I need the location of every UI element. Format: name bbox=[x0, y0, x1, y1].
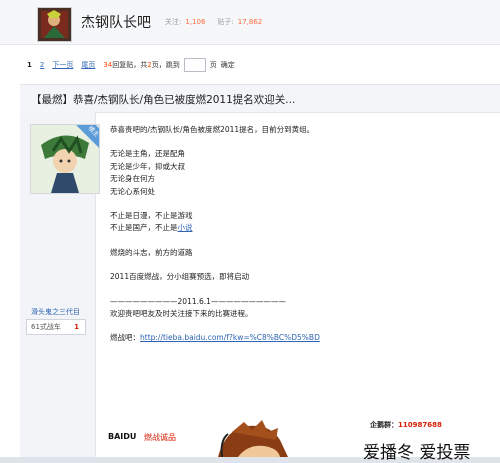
forum-avatar[interactable] bbox=[37, 7, 72, 42]
content-line: 不止是日漫，不止是游戏 bbox=[110, 211, 193, 221]
page-suffix: 页 bbox=[209, 61, 217, 69]
posts-label: 贴子: bbox=[217, 18, 234, 26]
banner-big-text: 爱播冬 爱投票 bbox=[363, 443, 471, 463]
forum-header: 杰钢队长吧 关注: 1,106 贴子: 17,862 bbox=[0, 0, 500, 45]
qq-group: 企鹅群：110987688 bbox=[370, 420, 442, 430]
content-line: 无论是主角，还是配角 bbox=[110, 149, 185, 159]
author-panel: 楼主 滑头鬼之三代目 61式战车 1 bbox=[20, 112, 100, 457]
next-page-link[interactable]: 下一页 bbox=[52, 60, 73, 70]
current-page: 1 bbox=[27, 61, 32, 69]
level-name: 61式战车 bbox=[31, 323, 61, 331]
page: 杰钢队长吧 关注: 1,106 贴子: 17,862 1 2 下一页 尾页 34 回复… bbox=[0, 0, 500, 463]
forum-name[interactable]: 杰钢队长吧 bbox=[81, 12, 151, 32]
qq-group-number: 110987688 bbox=[398, 421, 442, 429]
content-line: —————————2011.6.1—————————— bbox=[110, 296, 286, 306]
forum-stats: 关注: 1,106 贴子: 17,862 bbox=[165, 17, 274, 27]
followers-count: 1,106 bbox=[185, 18, 206, 26]
banner-slogan: 燃战诚品 bbox=[144, 433, 176, 442]
banner-character-image bbox=[218, 420, 288, 457]
content-line: 2011百度燃战，分小组赛预选，即将启动 bbox=[110, 272, 250, 282]
content-text: 不止是国产，不止是 bbox=[110, 223, 178, 233]
level-number: 1 bbox=[74, 323, 79, 331]
promo-banner: BAIDU 燃战诚品 企鹅群：110987688 爱播冬 爱投票 bbox=[108, 420, 470, 463]
qq-group-label: 企鹅群： bbox=[370, 421, 398, 429]
content-line: 无论身在何方 bbox=[110, 174, 155, 184]
reply-text: 回复贴，共 bbox=[112, 61, 148, 69]
page-2-link[interactable]: 2 bbox=[40, 61, 44, 69]
content-line: 无论心系何处 bbox=[110, 186, 155, 196]
followers-label: 关注: bbox=[165, 18, 182, 26]
pagination: 1 2 下一页 尾页 34 回复贴，共 2 页，跳到 页 确定 bbox=[27, 58, 235, 72]
content-line: 欢迎贵吧吧友及时关注接下来的比赛进程。 bbox=[110, 309, 253, 319]
thread-title-bar: 【最燃】恭喜/杰钢队长/角色已被度燃2011提名欢迎关... bbox=[20, 84, 500, 113]
author-name[interactable]: 滑头鬼之三代目 bbox=[31, 307, 80, 317]
content-line: 恭喜贵吧的/杰钢队长/角色被度燃2011提名，目前分到黄组。 bbox=[110, 125, 315, 134]
forum-link[interactable]: http://tieba.baidu.com/f?kw=%C8%BC%D5%BD bbox=[140, 333, 320, 342]
post-content: 恭喜贵吧的/杰钢队长/角色被度燃2011提名，目前分到黄组。 无论是主角，还是配… bbox=[110, 124, 490, 345]
novel-link[interactable]: 小说 bbox=[178, 223, 193, 232]
content-line: 无论是少年，抑或大叔 bbox=[110, 161, 185, 171]
last-page-link[interactable]: 尾页 bbox=[81, 60, 95, 70]
content-line: 燃烧的斗志，前方的道路 bbox=[110, 247, 193, 257]
banner-logo-text: BAIDU bbox=[108, 432, 137, 441]
content-line: 燃战吧：http://tieba.baidu.com/f?kw=%C8%BC%D… bbox=[110, 332, 490, 344]
page-jump-input[interactable] bbox=[183, 58, 206, 72]
content-text: 燃战吧： bbox=[110, 333, 140, 343]
post: 楼主 滑头鬼之三代目 61式战车 1 恭喜贵吧的/杰钢队长/角色被度燃2011提… bbox=[20, 112, 500, 463]
author-level: 61式战车 1 bbox=[26, 319, 86, 335]
posts-count: 17,862 bbox=[237, 18, 263, 26]
confirm-button[interactable]: 确定 bbox=[221, 60, 235, 70]
page-text: 页，跳到 bbox=[151, 61, 180, 69]
user-avatar[interactable]: 楼主 bbox=[30, 124, 100, 194]
thread-title: 【最燃】恭喜/杰钢队长/角色已被度燃2011提名欢迎关... bbox=[31, 94, 296, 106]
content-line: 不止是国产，不止是小说 bbox=[110, 222, 490, 234]
reply-count: 34 bbox=[103, 61, 113, 69]
